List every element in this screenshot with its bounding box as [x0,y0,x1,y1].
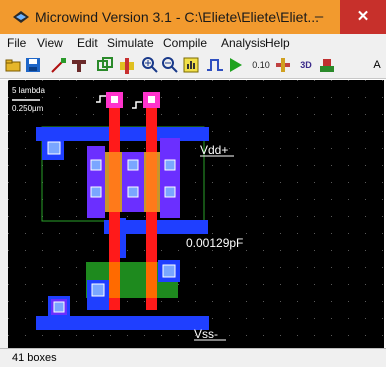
save-icon[interactable] [24,56,42,74]
menu-bar: File View Edit Simulate Compile Analysis… [0,34,386,52]
mos-icon[interactable] [118,56,136,74]
title-bar: Microwind Version 3.1 - C:\Eliete\Eliete… [0,0,386,34]
size-icon[interactable]: 0.10 [252,56,270,74]
text-tool-label: A [373,59,381,71]
3d-label: 3D [300,60,312,70]
close-button[interactable]: ✕ [340,0,386,34]
poly-gate-b-active [146,152,157,212]
left-margin [0,80,8,348]
menu-edit[interactable]: Edit [77,36,98,50]
open-icon[interactable] [4,56,22,74]
run-icon[interactable] [226,56,244,74]
layout-drawing[interactable]: 5 lambda 0.250µm Vdd+ 0.00129pF Vss- [8,80,384,348]
status-boxes-count: 41 boxes [12,352,57,364]
vss-tap-contact[interactable] [53,301,65,313]
vdd-tap-contact[interactable] [47,141,61,155]
text-icon[interactable]: A [368,56,386,74]
toolbar: 0.10 3D A [0,52,386,79]
pmos-contact-2[interactable] [90,186,102,198]
nmos-contact-1[interactable] [162,264,176,278]
via-icon[interactable] [96,56,114,74]
zoom-out-icon[interactable] [161,56,179,74]
scale-value-label: 0.250µm [12,104,44,113]
pmos-contact-4[interactable] [127,186,139,198]
poly-gate-a-nactive [109,262,120,298]
status-bar: 41 boxes [0,348,386,367]
menu-simulate[interactable]: Simulate [107,36,154,50]
size-label: 0.10 [252,60,270,70]
pmos-right-metal[interactable] [160,138,180,218]
timing-icon[interactable] [206,56,224,74]
nmos-contact-2[interactable] [91,283,105,297]
pmos-contact-3[interactable] [127,159,139,171]
pmos-source-metal[interactable] [87,146,105,218]
layout-canvas[interactable]: 5 lambda 0.250µm Vdd+ 0.00129pF Vss- [8,80,384,348]
measure-icon[interactable] [274,56,292,74]
poly-gate-a-active [109,152,120,212]
menu-compile[interactable]: Compile [163,36,207,50]
zoom-in-icon[interactable] [141,56,159,74]
vdd-label[interactable]: Vdd+ [200,143,228,157]
process-icon[interactable] [318,56,336,74]
vss-label[interactable]: Vss- [194,327,218,341]
input-pin-a-contact [111,96,118,103]
pmos-contact-6[interactable] [164,186,176,198]
pmos-contact-1[interactable] [90,159,102,171]
microwind-app-icon [13,11,29,23]
menu-file[interactable]: File [7,36,26,50]
minimize-button[interactable]: – [306,0,332,34]
connect-icon[interactable] [70,56,88,74]
menu-analysis[interactable]: Analysis [221,36,266,50]
scale-lambda-label: 5 lambda [12,86,45,95]
input-pin-b-contact [148,96,155,103]
pmos-contact-5[interactable] [164,159,176,171]
window-title: Microwind Version 3.1 - C:\Eliete\Eliete… [35,9,320,25]
menu-help[interactable]: Help [265,36,290,50]
menu-view[interactable]: View [37,36,63,50]
draw-line-icon[interactable] [50,56,68,74]
vss-metal-rail[interactable] [36,316,209,330]
capacitance-label[interactable]: 0.00129pF [186,236,243,250]
fit-icon[interactable] [182,56,200,74]
3d-icon[interactable]: 3D [297,56,315,74]
poly-gate-b-nactive [146,262,157,298]
